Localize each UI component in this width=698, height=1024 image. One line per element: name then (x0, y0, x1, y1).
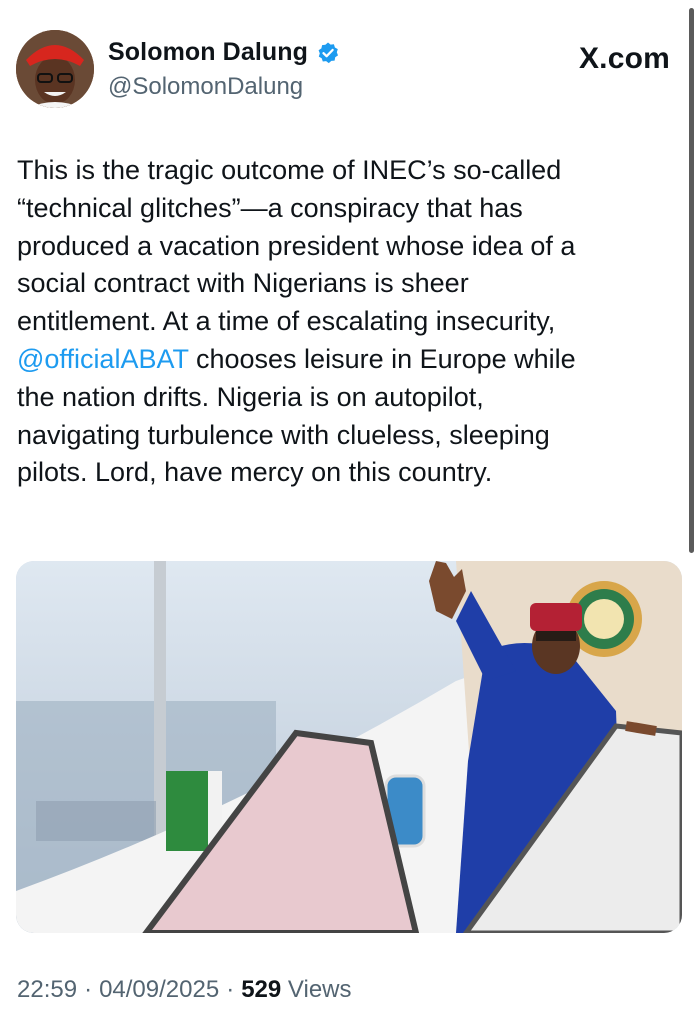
verified-badge-icon (318, 42, 338, 63)
scrollbar-thumb[interactable] (689, 8, 694, 553)
tweet-header: Solomon Dalung @SolomonDalung X.com (0, 0, 698, 120)
views-count: 529 (241, 976, 282, 1003)
tweet-photo[interactable] (16, 561, 682, 933)
tweet-date[interactable]: 04/09/2025 (99, 976, 219, 1004)
photo-president-waving-from-aircraft (16, 561, 682, 933)
tweet-time[interactable]: 22:59 (17, 976, 77, 1004)
site-label: X.com (578, 42, 670, 75)
meta-separator-2: · (226, 976, 235, 1003)
author-handle[interactable]: @SolomonDalung (108, 73, 303, 101)
tweet-meta: 22:59 · 04/09/2025 · 529 Views (17, 976, 352, 1004)
views-label: Views (287, 976, 352, 1003)
meta-separator: · (84, 976, 93, 1003)
author-avatar[interactable] (16, 30, 94, 108)
author-name-row: Solomon Dalung (108, 38, 340, 67)
avatar-image (16, 30, 94, 108)
tweet-text-part1: This is the tragic outcome of INEC’s so-… (17, 155, 576, 337)
views-count-wrap[interactable]: 529 Views (241, 976, 351, 1004)
mention-link[interactable]: @officialABAT (17, 344, 188, 374)
tweet-text: This is the tragic outcome of INEC’s so-… (17, 152, 677, 492)
author-name[interactable]: Solomon Dalung (108, 38, 308, 67)
